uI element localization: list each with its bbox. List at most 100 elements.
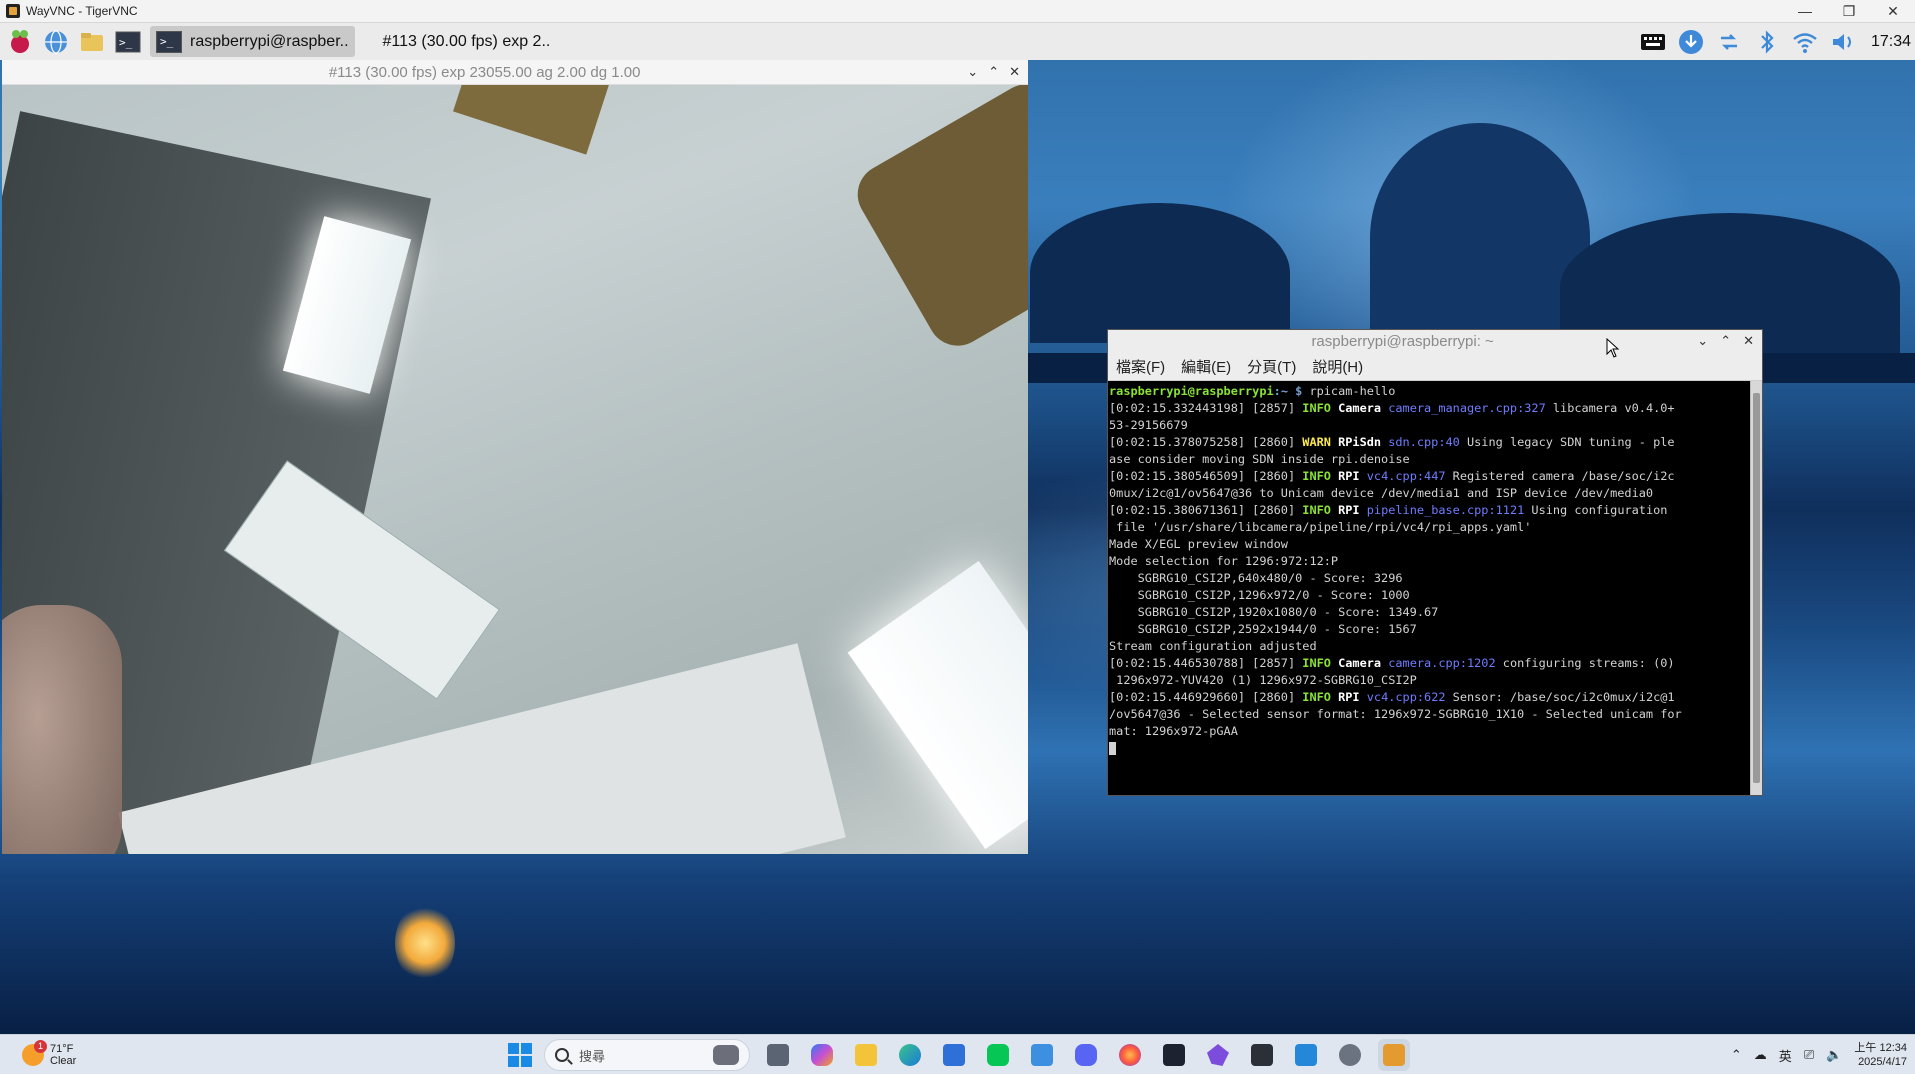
weather-sun-icon: 1 bbox=[22, 1039, 47, 1066]
vnc-close-button[interactable]: ✕ bbox=[1871, 3, 1915, 20]
network-icon[interactable]: ⎚ bbox=[1804, 1047, 1814, 1063]
terminal-window[interactable]: raspberrypi@raspberrypi: ~ ⌄ ⌃ ✕ 檔案(F) 編… bbox=[1107, 329, 1763, 796]
raspberry-icon[interactable] bbox=[4, 26, 36, 58]
terminal-line-text: SGBRG10_CSI2P,2592x1944/0 - Score: 1567 bbox=[1109, 622, 1417, 636]
menu-file[interactable]: 檔案(F) bbox=[1116, 356, 1165, 377]
wifi-icon[interactable] bbox=[1791, 28, 1819, 56]
folder-icon[interactable] bbox=[76, 26, 108, 58]
terminal-line-text: mat: 1296x972-pGAA bbox=[1109, 724, 1238, 738]
terminal-line-text: SGBRG10_CSI2P,1296x972/0 - Score: 1000 bbox=[1109, 588, 1410, 602]
vscode-icon[interactable] bbox=[1290, 1039, 1322, 1071]
ime-indicator[interactable]: 英 bbox=[1779, 1046, 1792, 1065]
terminal-line-text: 1296x972-YUV420 (1) 1296x972-SGBRG10_CSI… bbox=[1109, 673, 1417, 687]
copilot-icon[interactable] bbox=[806, 1039, 838, 1071]
preview-minimize-button[interactable]: ⌄ bbox=[967, 64, 978, 80]
download-icon[interactable] bbox=[1677, 28, 1705, 56]
terminal-line: 53-29156679 bbox=[1109, 417, 1749, 434]
terminal-icon[interactable]: >_ bbox=[112, 26, 144, 58]
cursor-app-icon[interactable] bbox=[1158, 1039, 1190, 1071]
chevron-up-icon[interactable]: ⌃ bbox=[1731, 1047, 1742, 1063]
windows-clock[interactable]: 上午 12:34 2025/4/17 bbox=[1854, 1041, 1907, 1069]
prompt-user: raspberrypi@raspberrypi bbox=[1109, 384, 1274, 398]
terminal-line-text: Stream configuration adjusted bbox=[1109, 639, 1317, 653]
terminal-line: [0:02:15.446530788] [2857] INFO Camera c… bbox=[1109, 655, 1749, 672]
terminal-timestamp: [0:02:15.380671361] [2860] bbox=[1109, 503, 1303, 517]
windows-time: 上午 12:34 bbox=[1854, 1042, 1907, 1054]
terminal-minimize-button[interactable]: ⌄ bbox=[1697, 333, 1708, 349]
preview-close-button[interactable]: ✕ bbox=[1009, 64, 1020, 80]
rpi-panel: >_ >_ raspberrypi@raspber.. #113 (30.00 … bbox=[0, 23, 1915, 60]
terminal-line: Made X/EGL preview window bbox=[1109, 536, 1749, 553]
terminal-line-text: /ov5647@36 - Selected sensor format: 129… bbox=[1109, 707, 1682, 721]
log-source: camera_manager.cpp:327 bbox=[1388, 401, 1546, 415]
preview-titlebar[interactable]: #113 (30.00 fps) exp 23055.00 ag 2.00 dg… bbox=[2, 60, 1028, 85]
vnc-minimize-button[interactable]: — bbox=[1783, 3, 1827, 20]
terminal-line-text: 53-29156679 bbox=[1109, 418, 1188, 432]
weather-widget[interactable]: 1 71°F Clear bbox=[22, 1039, 142, 1067]
rpi-clock: 17:34 bbox=[1870, 32, 1911, 50]
log-source: vc4.cpp:447 bbox=[1366, 469, 1446, 483]
weather-temp: 71°F bbox=[50, 1042, 74, 1055]
terminal-line: [0:02:15.446929660] [2860] INFO RPI vc4.… bbox=[1109, 689, 1749, 706]
terminal-timestamp: [0:02:15.332443198] [2857] bbox=[1109, 401, 1303, 415]
finger-shape bbox=[2, 605, 122, 854]
taskbar-preview-label: #113 (30.00 fps) exp 2.. bbox=[382, 32, 551, 50]
discord-icon[interactable] bbox=[1070, 1039, 1102, 1071]
prompt-path: :~ $ bbox=[1273, 384, 1303, 398]
camera-preview-window[interactable]: #113 (30.00 fps) exp 23055.00 ag 2.00 dg… bbox=[2, 60, 1028, 854]
wallpaper-lantern bbox=[395, 903, 455, 983]
terminal-line: /ov5647@36 - Selected sensor format: 129… bbox=[1109, 706, 1749, 723]
menu-help[interactable]: 說明(H) bbox=[1312, 356, 1363, 377]
taskbar-search[interactable]: 搜尋 bbox=[544, 1039, 750, 1071]
cloud-icon[interactable]: ☁ bbox=[1754, 1047, 1767, 1063]
terminal-menubar: 檔案(F) 編輯(E) 分頁(T) 說明(H) bbox=[1108, 352, 1762, 381]
rpi-tray: 17:34 bbox=[1639, 28, 1915, 56]
terminal-titlebar[interactable]: raspberrypi@raspberrypi: ~ ⌄ ⌃ ✕ bbox=[1108, 330, 1762, 352]
speaker-icon[interactable]: 🔈 bbox=[1826, 1047, 1842, 1063]
terminal-scrollbar[interactable] bbox=[1750, 381, 1762, 795]
log-message: Using configuration bbox=[1524, 503, 1668, 517]
log-message: Sensor: /base/soc/i2c0mux/i2c@1 bbox=[1445, 690, 1675, 704]
vnc-titlebar: WayVNC - TigerVNC — ❐ ✕ bbox=[0, 0, 1915, 23]
vnc-restore-button[interactable]: ❐ bbox=[1827, 3, 1871, 20]
store-icon[interactable] bbox=[938, 1039, 970, 1071]
bluetooth-icon[interactable] bbox=[1753, 28, 1781, 56]
svg-text:>_: >_ bbox=[119, 36, 133, 49]
menu-tabs[interactable]: 分頁(T) bbox=[1247, 356, 1296, 377]
firefox-icon[interactable] bbox=[1114, 1039, 1146, 1071]
terminal-output[interactable]: raspberrypi@raspberrypi:~ $ rpicam-hello… bbox=[1108, 381, 1750, 795]
globe-icon[interactable] bbox=[40, 26, 72, 58]
terminal-icon: >_ bbox=[156, 30, 182, 53]
terminal-line: [0:02:15.380546509] [2860] INFO RPI vc4.… bbox=[1109, 468, 1749, 485]
volume-icon[interactable] bbox=[1829, 28, 1857, 56]
search-icon bbox=[555, 1048, 569, 1062]
tigervnc-taskbar-icon[interactable] bbox=[1378, 1039, 1410, 1071]
terminal-line: 1296x972-YUV420 (1) 1296x972-SGBRG10_CSI… bbox=[1109, 672, 1749, 689]
ceiling-light-shape bbox=[847, 560, 1028, 850]
file-explorer-icon[interactable] bbox=[850, 1039, 882, 1071]
network-sync-icon[interactable] bbox=[1715, 28, 1743, 56]
terminal-line: [0:02:15.378075258] [2860] WARN RPiSdn s… bbox=[1109, 434, 1749, 451]
terminal-line: Stream configuration adjusted bbox=[1109, 638, 1749, 655]
taskbar-preview-button[interactable]: #113 (30.00 fps) exp 2.. bbox=[377, 26, 557, 57]
windows-start-icon[interactable] bbox=[508, 1043, 532, 1067]
settings-gear-icon[interactable] bbox=[1334, 1039, 1366, 1071]
windows-date: 2025/4/17 bbox=[1858, 1056, 1907, 1068]
mouse-pointer-icon bbox=[1606, 338, 1620, 358]
keyboard-icon[interactable] bbox=[1639, 28, 1667, 56]
terminal-maximize-button[interactable]: ⌃ bbox=[1720, 333, 1731, 349]
task-view-icon[interactable] bbox=[762, 1039, 794, 1071]
scrollbar-thumb[interactable] bbox=[1753, 393, 1760, 783]
windows-terminal-icon[interactable] bbox=[1246, 1039, 1278, 1071]
menu-edit[interactable]: 編輯(E) bbox=[1181, 356, 1231, 377]
terminal-line-text: file '/usr/share/libcamera/pipeline/rpi/… bbox=[1109, 520, 1532, 534]
taskbar-terminal-button[interactable]: >_ raspberrypi@raspber.. bbox=[150, 26, 355, 57]
search-placeholder: 搜尋 bbox=[579, 1048, 606, 1064]
preview-maximize-button[interactable]: ⌃ bbox=[988, 64, 999, 80]
terminal-close-button[interactable]: ✕ bbox=[1743, 333, 1754, 349]
edge-icon[interactable] bbox=[894, 1039, 926, 1071]
terminal-line: SGBRG10_CSI2P,1296x972/0 - Score: 1000 bbox=[1109, 587, 1749, 604]
obsidian-icon[interactable] bbox=[1202, 1039, 1234, 1071]
notepad-icon[interactable] bbox=[1026, 1039, 1058, 1071]
line-icon[interactable] bbox=[982, 1039, 1014, 1071]
